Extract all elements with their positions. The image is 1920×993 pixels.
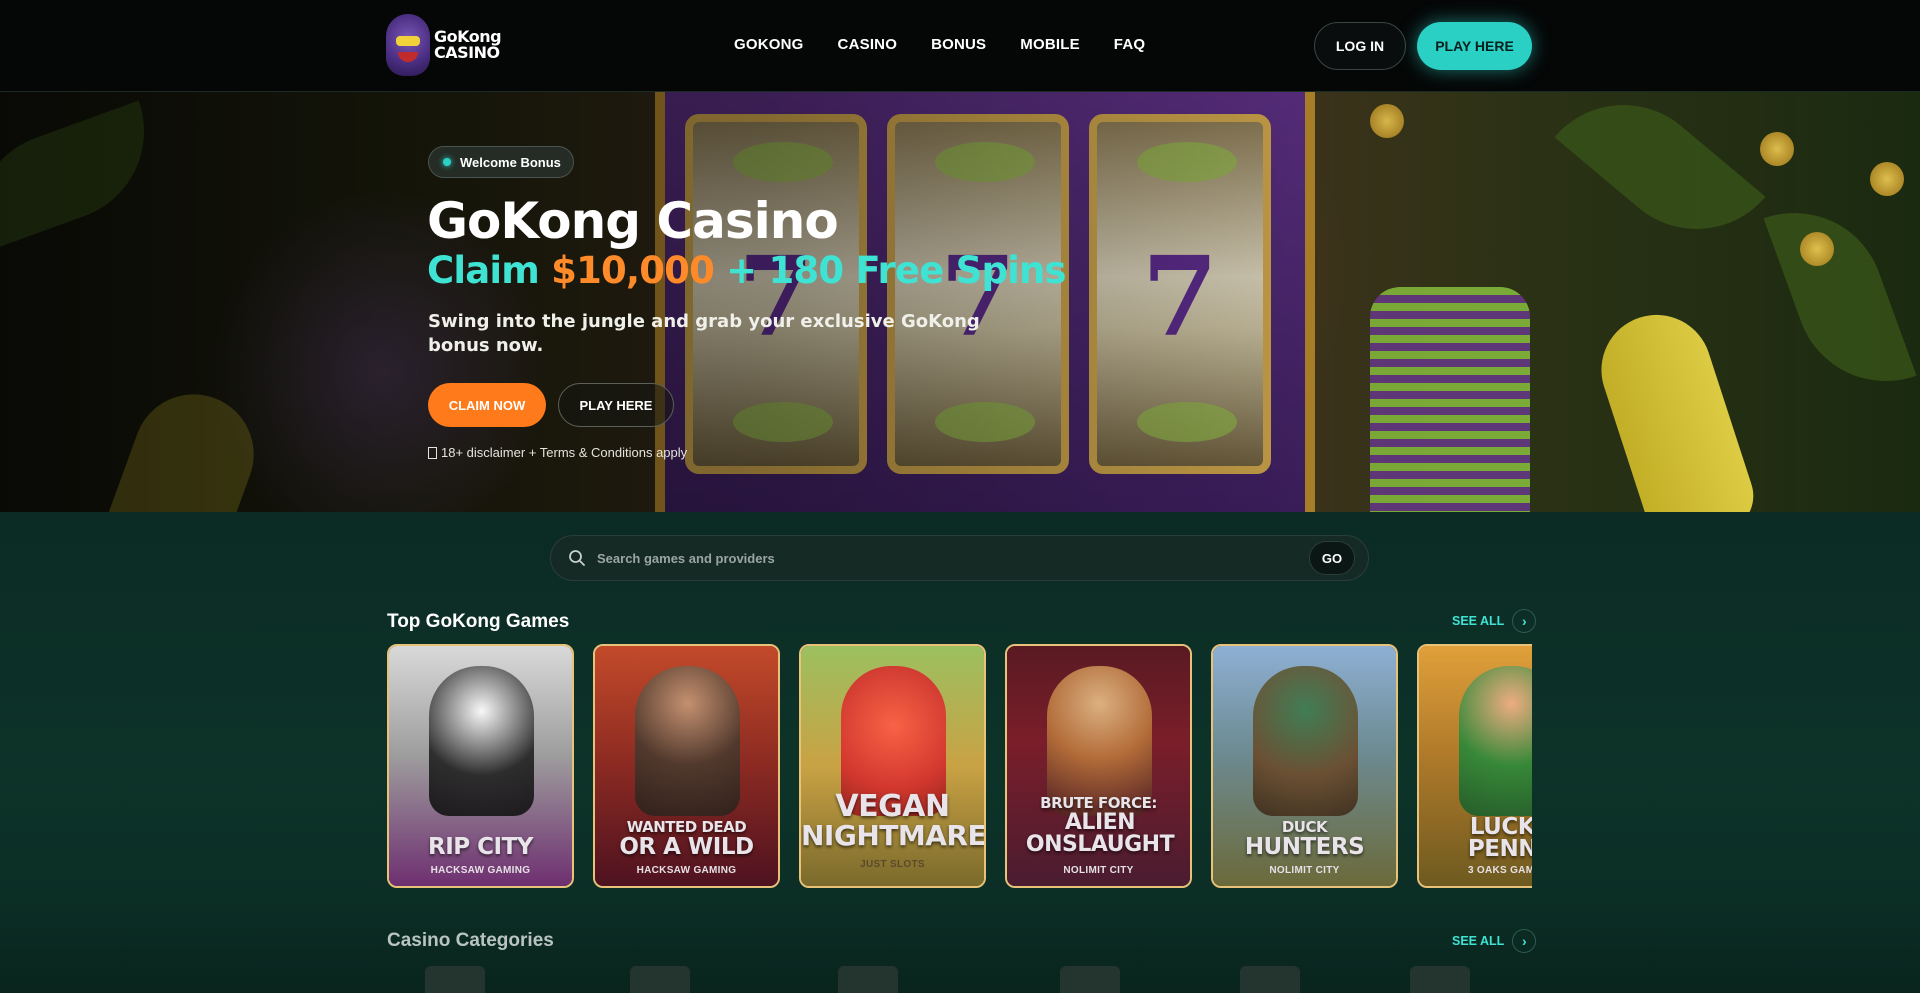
game-card-wanted-dead[interactable]: WANTED DEAD OR A WILD HACKSAW GAMING: [593, 644, 780, 888]
casino-categories-title: Casino Categories: [387, 930, 554, 951]
game-title-line-1: BRUTE FORCE:: [1040, 794, 1157, 812]
play-here-hero-button[interactable]: PLAY HERE: [558, 383, 674, 427]
chevron-right-icon[interactable]: ›: [1512, 609, 1537, 633]
game-title-line-1: VEGAN: [835, 789, 950, 824]
nav-item-casino[interactable]: CASINO: [838, 36, 898, 53]
chevron-right-icon[interactable]: ›: [1512, 929, 1537, 953]
nav-item-bonus[interactable]: BONUS: [931, 36, 986, 53]
game-card-duck-hunters[interactable]: DUCK HUNTERS NOLIMIT CITY: [1211, 644, 1398, 888]
claim-now-button[interactable]: CLAIM NOW: [428, 383, 546, 427]
main-nav: GOKONG CASINO BONUS MOBILE FAQ: [734, 36, 1179, 53]
nav-item-mobile[interactable]: MOBILE: [1020, 36, 1080, 53]
disclaimer-icon: [428, 446, 437, 459]
category-thumbnail[interactable]: [1410, 966, 1470, 993]
search-input[interactable]: [597, 536, 1277, 580]
hero-title: GoKong Casino: [427, 192, 839, 250]
status-dot-icon: [443, 158, 451, 166]
logo-text: GoKong CASINO: [434, 29, 502, 62]
top-games-title: Top GoKong Games: [387, 611, 570, 632]
play-here-header-button[interactable]: PLAY HERE: [1417, 22, 1532, 70]
welcome-bonus-badge: Welcome Bonus: [428, 146, 574, 178]
cat-character-icon: [429, 666, 534, 816]
game-provider: HACKSAW GAMING: [430, 865, 531, 876]
game-title-line-2: OR A WILD: [619, 834, 754, 860]
disclaimer-text[interactable]: 18+ disclaimer + Terms & Conditions appl…: [441, 445, 687, 460]
bottom-fade: [0, 900, 1920, 993]
categories-see-all[interactable]: SEE ALL ›: [1452, 929, 1537, 953]
search-go-button[interactable]: GO: [1309, 541, 1355, 575]
game-card-vegan-nightmare[interactable]: VEGAN NIGHTMARE JUST SLOTS: [799, 644, 986, 888]
search-bar: GO: [550, 535, 1369, 581]
leprechaun-character-icon: [1459, 666, 1532, 816]
game-provider: 3 OAKS GAMING: [1467, 865, 1532, 876]
site-header: GoKong CASINO GOKONG CASINO BONUS MOBILE…: [0, 0, 1920, 92]
age-disclaimer: 18+ disclaimer + Terms & Conditions appl…: [428, 445, 687, 460]
category-thumbnail[interactable]: [630, 966, 690, 993]
game-title-line-2: ALIEN ONSLAUGHT: [1025, 810, 1175, 857]
hero-overlay: [0, 92, 1920, 512]
gorilla-logo-icon: [386, 14, 430, 76]
hero-offer: Claim $10,000 + 180 Free Spins: [427, 248, 1067, 294]
cowboy-character-icon: [635, 666, 740, 816]
see-all-label[interactable]: SEE ALL: [1452, 934, 1504, 948]
top-games-see-all[interactable]: SEE ALL ›: [1452, 609, 1537, 633]
game-title-line-2: NIGHTMARE: [801, 819, 986, 852]
game-card-lucky-penny[interactable]: LUCKY PENNY 3 OAKS GAMING: [1417, 644, 1532, 888]
game-provider: NOLIMIT CITY: [1063, 865, 1134, 876]
category-thumbnail[interactable]: [1060, 966, 1120, 993]
category-thumbnail[interactable]: [425, 966, 485, 993]
category-thumbnail[interactable]: [838, 966, 898, 993]
game-title-line-2: PENNY: [1467, 836, 1532, 862]
logo-line-2: CASINO: [434, 43, 500, 62]
game-title-line-1: WANTED DEAD: [626, 818, 747, 836]
game-title-line-2: HUNTERS: [1244, 834, 1365, 860]
welcome-bonus-label: Welcome Bonus: [460, 154, 561, 170]
game-title: RIP CITY: [428, 834, 533, 860]
offer-free-spins: + 180 Free Spins: [726, 249, 1066, 292]
games-carousel: RIP CITY HACKSAW GAMING WANTED DEAD OR A…: [387, 644, 1532, 890]
login-button[interactable]: LOG IN: [1314, 22, 1406, 70]
duck-character-icon: [1253, 666, 1358, 816]
game-card-brute-force[interactable]: BRUTE FORCE: ALIEN ONSLAUGHT NOLIMIT CIT…: [1005, 644, 1192, 888]
game-card-rip-city[interactable]: RIP CITY HACKSAW GAMING: [387, 644, 574, 888]
nav-item-gokong[interactable]: GOKONG: [734, 36, 804, 53]
hero-banner: 7 7 7: [0, 92, 1920, 512]
hero-description: Swing into the jungle and grab your excl…: [428, 311, 980, 356]
see-all-label[interactable]: SEE ALL: [1452, 614, 1504, 628]
game-provider: NOLIMIT CITY: [1269, 865, 1340, 876]
game-provider: HACKSAW GAMING: [636, 865, 737, 876]
logo[interactable]: GoKong CASINO: [386, 12, 502, 78]
offer-claim-text: Claim: [427, 249, 540, 292]
nav-item-faq[interactable]: FAQ: [1114, 36, 1145, 53]
search-icon: [569, 550, 585, 566]
offer-amount: $10,000: [551, 249, 715, 292]
category-thumbnail[interactable]: [1240, 966, 1300, 993]
game-provider: JUST SLOTS: [860, 859, 925, 870]
game-title-line-1: DUCK: [1281, 818, 1328, 836]
